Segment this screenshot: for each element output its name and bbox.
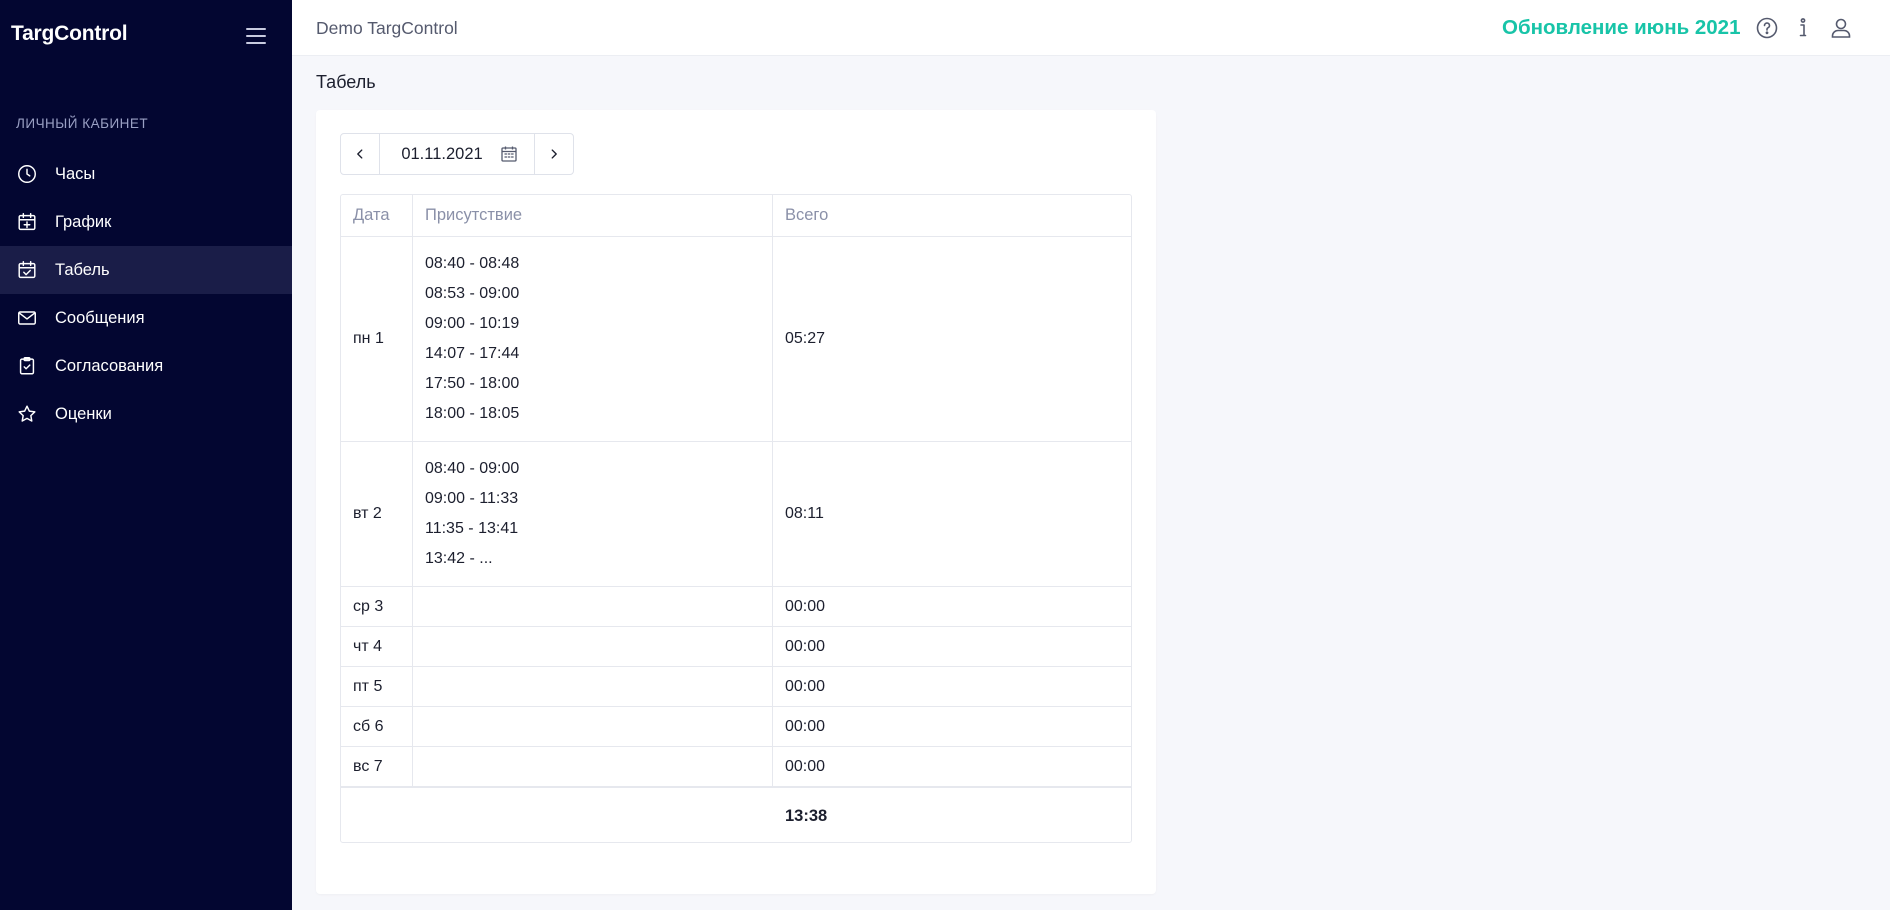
- sidebar-item-label: Часы: [55, 164, 96, 183]
- row-presence: [413, 707, 773, 746]
- row-presence: [413, 587, 773, 626]
- sidebar-nav: Часы График Табель Сообщения Согласовани…: [0, 150, 292, 438]
- previous-period-button[interactable]: [341, 134, 380, 174]
- app-root: TargControl ЛИЧНЫЙ КАБИНЕТ Часы График Т…: [0, 0, 1890, 910]
- row-date: чт 4: [341, 627, 413, 666]
- user-profile-icon[interactable]: [1828, 15, 1854, 41]
- row-total: 05:27: [785, 330, 826, 347]
- timesheet-card: 01.11.2021 Дата Присутствие Всего пн 1 08…: [316, 110, 1156, 894]
- row-presence: 08:40 - 09:00 09:00 - 11:33 11:35 - 13:41 1…: [413, 442, 773, 586]
- row-date: пт 5: [341, 667, 413, 706]
- next-period-button[interactable]: [534, 134, 573, 174]
- column-header-presence: Присутствие: [413, 195, 773, 236]
- clock-icon: [16, 163, 38, 185]
- timesheet-table: Дата Присутствие Всего пн 1 08:40 - 08:48…: [340, 194, 1132, 843]
- table-row: ср 3 00:00: [341, 587, 1131, 627]
- sidebar-item-label: Табель: [55, 260, 110, 279]
- row-date: сб 6: [341, 707, 413, 746]
- row-date: ср 3: [341, 587, 413, 626]
- row-date: вс 7: [341, 747, 413, 786]
- star-icon: [16, 403, 38, 425]
- presence-interval: 08:53 - 09:00: [425, 285, 520, 302]
- hamburger-menu-icon[interactable]: [246, 28, 266, 44]
- chevron-right-icon: [551, 149, 557, 159]
- update-news-link[interactable]: Обновление июнь 2021: [1502, 16, 1740, 40]
- chevron-left-icon: [357, 149, 363, 159]
- sidebar-item-label: Сообщения: [55, 308, 145, 327]
- row-total: 00:00: [785, 677, 826, 695]
- row-total: 00:00: [785, 597, 826, 615]
- presence-interval: 08:40 - 09:00: [425, 460, 520, 477]
- presence-interval: 11:35 - 13:41: [425, 520, 519, 537]
- sidebar-item-timesheet[interactable]: Табель: [0, 246, 292, 294]
- brand-logo[interactable]: TargControl: [11, 22, 128, 46]
- presence-interval: 17:50 - 18:00: [425, 375, 520, 392]
- sidebar-item-messages[interactable]: Сообщения: [0, 294, 292, 342]
- selected-date: 01.11.2021: [401, 144, 483, 163]
- column-header-total: Всего: [785, 206, 829, 224]
- table-footer-row: 13:38: [341, 786, 1131, 842]
- calendar-icon: [501, 146, 517, 162]
- calendar-plus-icon: [16, 211, 38, 233]
- row-total: 00:00: [785, 637, 826, 655]
- table-row: вс 7 00:00: [341, 747, 1131, 786]
- info-icon[interactable]: [1790, 15, 1816, 41]
- sidebar-section-label: ЛИЧНЫЙ КАБИНЕТ: [16, 116, 149, 131]
- organization-name: Demo TargControl: [316, 18, 458, 38]
- envelope-icon: [16, 307, 38, 329]
- sidebar-item-label: Согласования: [55, 356, 164, 375]
- presence-interval: 13:42 - ...: [425, 550, 493, 567]
- grand-total: 13:38: [785, 806, 828, 825]
- row-total: 08:11: [785, 505, 824, 522]
- presence-interval: 09:00 - 11:33: [425, 490, 519, 507]
- table-header-row: Дата Присутствие Всего: [341, 195, 1131, 237]
- row-total: 00:00: [785, 717, 826, 735]
- sidebar-item-label: График: [55, 212, 112, 231]
- table-row: пн 1 08:40 - 08:48 08:53 - 09:00 09:00 - 10…: [341, 237, 1131, 442]
- sidebar-item-ratings[interactable]: Оценки: [0, 390, 292, 438]
- presence-interval: 18:00 - 18:05: [425, 405, 520, 422]
- sidebar-item-approvals[interactable]: Согласования: [0, 342, 292, 390]
- help-icon[interactable]: [1754, 15, 1780, 41]
- clipboard-check-icon: [16, 355, 38, 377]
- presence-interval: 09:00 - 10:19: [425, 315, 520, 332]
- presence-interval: 08:40 - 08:48: [425, 255, 520, 272]
- sidebar: TargControl ЛИЧНЫЙ КАБИНЕТ Часы График Т…: [0, 0, 292, 910]
- column-header-date: Дата: [341, 195, 413, 236]
- sidebar-item-label: Оценки: [55, 404, 112, 423]
- main-content: Demo TargControl Обновление июнь 2021 Та…: [292, 0, 1890, 910]
- page-title: Табель: [316, 72, 376, 92]
- calendar-check-icon: [16, 259, 38, 281]
- table-row: чт 4 00:00: [341, 627, 1131, 667]
- row-presence: [413, 747, 773, 786]
- row-presence: 08:40 - 08:48 08:53 - 09:00 09:00 - 10:19 1…: [413, 237, 773, 441]
- sidebar-item-hours[interactable]: Часы: [0, 150, 292, 198]
- topbar: Demo TargControl Обновление июнь 2021: [292, 0, 1890, 56]
- row-total: 00:00: [785, 757, 826, 775]
- table-row: пт 5 00:00: [341, 667, 1131, 707]
- row-date: пн 1: [341, 237, 413, 441]
- table-body: пн 1 08:40 - 08:48 08:53 - 09:00 09:00 - 10…: [341, 237, 1131, 786]
- table-row: вт 2 08:40 - 09:00 09:00 - 11:33 11:35 - 13…: [341, 442, 1131, 587]
- sidebar-item-schedule[interactable]: График: [0, 198, 292, 246]
- row-presence: [413, 667, 773, 706]
- date-picker[interactable]: 01.11.2021: [380, 134, 534, 174]
- table-row: сб 6 00:00: [341, 707, 1131, 747]
- date-navigator: 01.11.2021: [340, 133, 574, 175]
- row-date: вт 2: [341, 442, 413, 586]
- row-presence: [413, 627, 773, 666]
- presence-interval: 14:07 - 17:44: [425, 345, 520, 362]
